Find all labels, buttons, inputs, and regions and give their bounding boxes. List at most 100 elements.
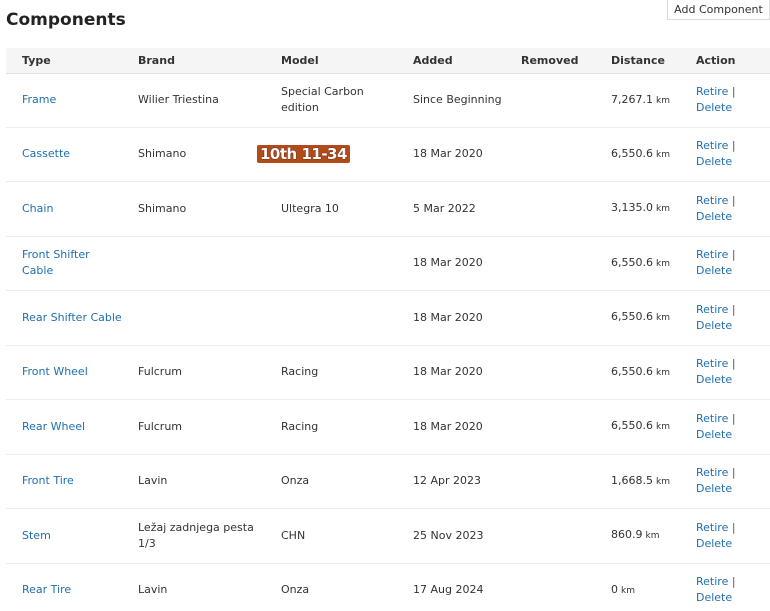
component-distance: 6,550.6 bbox=[611, 255, 653, 269]
column-header-action: Action bbox=[680, 48, 770, 74]
action-separator: | bbox=[731, 85, 736, 98]
column-header-type: Type bbox=[6, 48, 122, 74]
cell-distance: 0 km bbox=[595, 563, 680, 611]
column-header-brand: Brand bbox=[122, 48, 265, 74]
cell-removed bbox=[505, 290, 595, 346]
delete-link[interactable]: Delete bbox=[696, 428, 732, 441]
delete-link[interactable]: Delete bbox=[696, 373, 732, 386]
table-row: Rear Tire Lavin Onza 17 Aug 2024 0 km Retire |… bbox=[6, 563, 770, 611]
component-model: Racing bbox=[281, 365, 319, 379]
cell-action: Retire | Delete bbox=[680, 127, 770, 182]
retire-link[interactable]: Retire bbox=[696, 139, 728, 152]
cell-type: Front Shifter Cable bbox=[6, 236, 122, 291]
cell-action: Retire | Delete bbox=[680, 290, 770, 346]
table-row: Front Wheel Fulcrum Racing 18 Mar 2020 6,550… bbox=[6, 345, 770, 400]
cell-type: Front Tire bbox=[6, 454, 122, 509]
component-type-link[interactable]: Rear Wheel bbox=[22, 420, 85, 433]
component-type-link[interactable]: Front Tire bbox=[22, 474, 74, 487]
component-type-link[interactable]: Front Shifter Cable bbox=[22, 248, 90, 277]
cell-added: 18 Mar 2020 bbox=[397, 345, 505, 400]
component-model: Ultegra 10 bbox=[281, 201, 339, 215]
add-component-button[interactable]: Add Component bbox=[667, 0, 770, 20]
retire-link[interactable]: Retire bbox=[696, 194, 728, 207]
cell-type: Front Wheel bbox=[6, 345, 122, 400]
cell-model: Onza bbox=[265, 563, 397, 611]
delete-link[interactable]: Delete bbox=[696, 210, 732, 223]
retire-link[interactable]: Retire bbox=[696, 575, 728, 588]
component-distance: 0 bbox=[611, 582, 618, 596]
column-header-model: Model bbox=[265, 48, 397, 74]
distance-unit: km bbox=[656, 422, 670, 433]
retire-link[interactable]: Retire bbox=[696, 412, 728, 425]
cell-model: 10th 11-34 bbox=[257, 127, 397, 182]
delete-link[interactable]: Delete bbox=[696, 482, 732, 495]
component-brand: Ležaj zadnjega pesta 1/3 bbox=[138, 520, 254, 550]
cell-added: 18 Mar 2020 bbox=[397, 236, 505, 291]
table-row: Stem Ležaj zadnjega pesta 1/3 CHN 25 Nov 20… bbox=[6, 508, 770, 564]
cell-model: Ultegra 10 bbox=[265, 181, 397, 237]
cell-removed bbox=[505, 508, 595, 564]
component-type-link[interactable]: Frame bbox=[22, 93, 56, 106]
retire-link[interactable]: Retire bbox=[696, 248, 728, 261]
distance-unit: km bbox=[656, 476, 670, 487]
action-separator: | bbox=[731, 411, 736, 425]
component-type-link[interactable]: Front Wheel bbox=[22, 365, 88, 378]
cell-distance: 6,550.6 km bbox=[595, 399, 680, 455]
component-model: Special Carbon edition bbox=[281, 85, 364, 114]
component-added-date: 18 Mar 2020 bbox=[413, 365, 483, 379]
table-header-row: Type Brand Model Added Removed Distance … bbox=[6, 48, 770, 74]
cell-action: Retire | Delete bbox=[680, 181, 770, 237]
distance-unit: km bbox=[656, 204, 670, 215]
delete-link[interactable]: Delete bbox=[696, 101, 732, 114]
component-type-link[interactable]: Stem bbox=[22, 529, 51, 542]
delete-link[interactable]: Delete bbox=[696, 591, 732, 604]
component-type-link[interactable]: Rear Shifter Cable bbox=[22, 311, 122, 324]
retire-link[interactable]: Retire bbox=[696, 85, 728, 98]
component-type-link[interactable]: Cassette bbox=[22, 147, 70, 160]
component-distance: 7,267.1 bbox=[611, 92, 653, 106]
cell-model bbox=[265, 290, 397, 346]
retire-link[interactable]: Retire bbox=[696, 357, 728, 370]
retire-link[interactable]: Retire bbox=[696, 521, 728, 534]
delete-link[interactable]: Delete bbox=[696, 537, 732, 550]
table-row: Cassette Shimano 10th 11-34 18 Mar 2020 6,55… bbox=[6, 127, 770, 182]
delete-link[interactable]: Delete bbox=[696, 319, 732, 332]
component-distance: 1,668.5 bbox=[611, 473, 653, 487]
cell-brand: Shimano bbox=[122, 127, 265, 182]
action-separator: | bbox=[731, 466, 736, 480]
component-type-link[interactable]: Chain bbox=[22, 202, 53, 215]
cell-brand: Shimano bbox=[122, 181, 265, 237]
component-distance: 6,550.6 bbox=[611, 146, 653, 160]
cell-action: Retire | Delete bbox=[680, 345, 770, 400]
delete-link[interactable]: Delete bbox=[696, 264, 732, 277]
components-table: Type Brand Model Added Removed Distance … bbox=[6, 48, 770, 611]
action-separator: | bbox=[731, 302, 736, 316]
component-brand: Lavin bbox=[138, 583, 168, 597]
distance-unit: km bbox=[621, 585, 635, 596]
cell-removed bbox=[505, 399, 595, 455]
component-brand: Lavin bbox=[138, 474, 168, 488]
table-row: Frame Wilier Triestina Special Carbon edit… bbox=[6, 73, 770, 128]
component-brand: Shimano bbox=[138, 147, 187, 161]
action-separator: | bbox=[731, 248, 736, 262]
cell-brand: Fulcrum bbox=[122, 399, 265, 455]
component-distance: 860.9 bbox=[611, 528, 643, 542]
cell-removed bbox=[505, 454, 595, 509]
action-separator: | bbox=[731, 193, 736, 207]
component-distance: 6,550.6 bbox=[611, 364, 653, 378]
cell-added: 25 Nov 2023 bbox=[397, 508, 505, 564]
component-distance: 6,550.6 bbox=[611, 419, 653, 433]
delete-link[interactable]: Delete bbox=[696, 155, 732, 168]
column-header-distance: Distance bbox=[595, 48, 680, 74]
action-separator: | bbox=[731, 575, 736, 589]
cell-model: Special Carbon edition bbox=[265, 73, 397, 128]
component-distance: 3,135.0 bbox=[611, 201, 653, 215]
cell-model: Onza bbox=[265, 454, 397, 509]
component-model: Racing bbox=[281, 419, 319, 433]
component-added-date: 18 Mar 2020 bbox=[413, 310, 483, 324]
cell-added: 5 Mar 2022 bbox=[397, 181, 505, 237]
retire-link[interactable]: Retire bbox=[696, 303, 728, 316]
component-type-link[interactable]: Rear Tire bbox=[22, 583, 71, 596]
cell-distance: 6,550.6 km bbox=[595, 290, 680, 346]
retire-link[interactable]: Retire bbox=[696, 466, 728, 479]
